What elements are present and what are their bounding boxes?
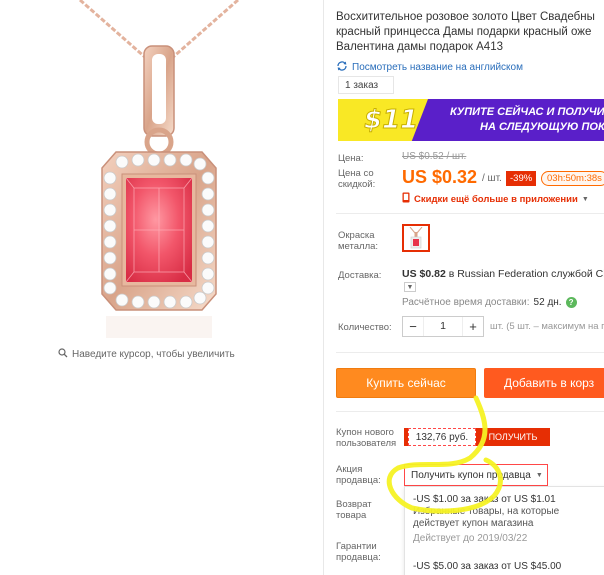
chevron-down-icon: ▼ — [535, 471, 543, 479]
product-title-line-2: красный принцесса Дамы подарки красный о… — [336, 26, 592, 38]
quantity-stepper: − 1 + — [402, 316, 484, 337]
translate-link-text: Посмотреть название на английском — [352, 62, 523, 73]
product-image-panel: Наведите курсор, чтобы увеличить — [0, 0, 320, 575]
product-title-line-1: Восхитительное розовое золото Цвет Сваде… — [336, 11, 595, 23]
section-divider — [336, 352, 604, 353]
app-discount-text: Скидки ещё больше в приложении — [414, 193, 578, 205]
promo-badge-text: $11 — [363, 105, 419, 136]
seller-guarantee-label-line-1: Гарантии — [336, 541, 377, 552]
section-divider — [336, 213, 604, 214]
seller-guarantee-label-line-2: продавца: — [336, 552, 381, 563]
help-icon[interactable]: ? — [565, 297, 577, 308]
pendant-thumbnail-icon — [409, 227, 423, 249]
original-price: US $0.52 / шт. — [402, 151, 467, 162]
refresh-icon — [336, 60, 348, 75]
delivery-time-value: 52 дн. — [533, 297, 562, 308]
delivery-time-label: Расчётное время доставки: — [402, 297, 530, 308]
magnifier-icon — [58, 348, 68, 361]
countdown-timer: 03h:50m:38s — [541, 171, 604, 186]
product-title: Восхитительное розовое золото Цвет Сваде… — [336, 10, 604, 55]
promo-text-line-1: КУПИТЕ СЕЙЧАС И ПОЛУЧИТ — [450, 106, 604, 118]
section-divider — [336, 411, 604, 412]
price-label: Цена: — [338, 153, 364, 164]
shipping-info: US $0.82 в Russian Federation службой Ch… — [402, 268, 604, 280]
app-discount-dropdown[interactable]: Скидки ещё больше в приложении ▼ — [402, 192, 589, 206]
quantity-increase-button[interactable]: + — [463, 317, 483, 336]
translate-title-link[interactable]: Посмотреть название на английском — [336, 60, 523, 75]
seller-guarantee-label: Гарантии продавца: — [336, 541, 381, 563]
new-user-coupon-label: Купон нового пользователя — [336, 427, 396, 449]
product-title-line-3: Валентина дамы подарок A413 — [336, 41, 503, 53]
current-price: US $0.32 — [402, 167, 478, 187]
seller-promo-label-line-2: продавца: — [336, 475, 381, 486]
shipping-destination: в Russian Federation службой Chi — [445, 268, 604, 280]
shipping-method-dropdown[interactable]: ▼ — [404, 282, 416, 292]
get-coupon-button[interactable]: ПОЛУЧИТЬ — [476, 428, 550, 446]
seller-coupon-list: -US $1.00 за заказ от US $1.01 Избранные… — [404, 486, 604, 575]
quantity-note: шт. (5 шт. – максимум на п — [490, 321, 604, 332]
coupon-offer-1-desc-line-1: Избранные товары, на которые — [413, 506, 560, 517]
discount-badge: -39% — [506, 171, 537, 186]
metal-color-label: Окраска металла: — [338, 230, 378, 252]
coupon-offer-1[interactable]: -US $1.00 за заказ от US $1.01 — [413, 494, 556, 506]
new-user-coupon-label-line-2: пользователя — [336, 438, 397, 449]
zoom-hint-text: Наведите курсор, чтобы увеличить — [72, 349, 235, 360]
quantity-label: Количество: — [338, 322, 392, 333]
return-policy-label-line-2: товара — [336, 510, 367, 521]
shipping-label: Доставка: — [338, 270, 382, 281]
seller-coupon-dropdown-text: Получить купон продавца — [411, 469, 531, 481]
quantity-input[interactable]: 1 — [423, 317, 463, 336]
mobile-icon — [402, 192, 410, 206]
promo-text-line-2: НА СЛЕДУЮЩУЮ ПОК — [480, 121, 604, 133]
zoom-hint: Наведите курсор, чтобы увеличить — [58, 348, 235, 361]
shipping-price: US $0.82 — [402, 268, 446, 280]
promo-badge: $11 — [338, 99, 428, 141]
seller-promo-label: Акция продавца: — [336, 464, 381, 486]
buy-now-button[interactable]: Купить сейчас — [336, 368, 476, 398]
seller-promo-label-line-1: Акция — [336, 464, 363, 475]
price-per-unit: / шт. — [482, 173, 502, 184]
coupon-offer-1-desc-line-2: действует купон магазина — [413, 518, 534, 529]
add-to-cart-button[interactable]: Добавить в корз — [484, 368, 604, 398]
promo-text: КУПИТЕ СЕЙЧАС И ПОЛУЧИТ НА СЛЕДУЮЩУЮ ПОК — [450, 105, 604, 135]
new-user-coupon-amount: 132,76 руб. — [408, 428, 476, 446]
metal-color-label-line-2: металла: — [338, 241, 379, 252]
promo-banner[interactable]: $11 КУПИТЕ СЕЙЧАС И ПОЛУЧИТ НА СЛЕДУЮЩУЮ… — [338, 99, 604, 141]
quantity-decrease-button[interactable]: − — [403, 317, 423, 336]
chevron-down-icon: ▼ — [581, 195, 589, 203]
return-policy-label-line-1: Возврат — [336, 499, 372, 510]
orders-count: 1 заказ — [338, 76, 394, 94]
new-user-coupon-label-line-1: Купон нового — [336, 427, 394, 438]
product-info-panel: Восхитительное розовое золото Цвет Сваде… — [324, 0, 604, 575]
discount-price-label: Цена со скидкой: — [338, 168, 375, 190]
color-swatch-selected[interactable] — [402, 224, 430, 252]
metal-color-label-line-1: Окраска — [338, 230, 375, 241]
return-policy-label: Возврат товара — [336, 499, 372, 521]
discount-price-label-line-2: скидкой: — [338, 179, 376, 190]
delivery-time: Расчётное время доставки: 52 дн. ? — [402, 297, 577, 308]
chevron-down-icon: ▼ — [406, 283, 414, 291]
seller-coupon-dropdown[interactable]: Получить купон продавца ▼ — [404, 464, 548, 486]
product-image[interactable] — [60, 0, 260, 340]
coupon-offer-1-validity: Действует до 2019/03/22 — [413, 533, 528, 544]
discount-price-label-line-1: Цена со — [338, 168, 374, 179]
coupon-offer-2[interactable]: -US $5.00 за заказ от US $45.00 — [413, 561, 561, 573]
